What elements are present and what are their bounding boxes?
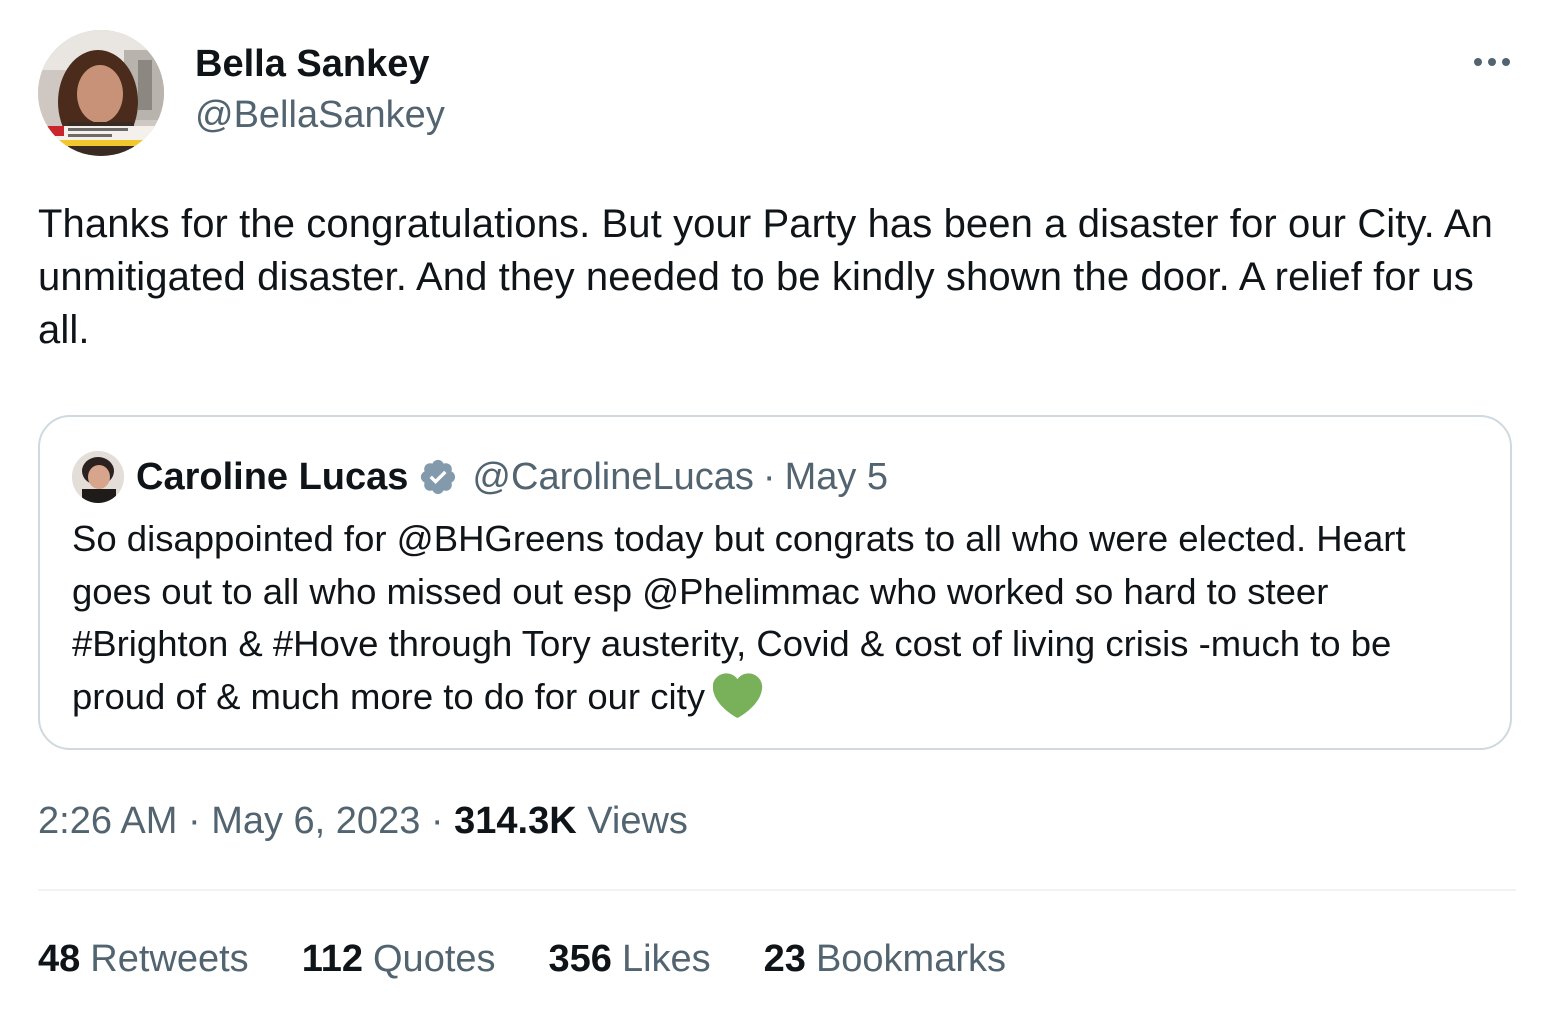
- author-avatar[interactable]: [38, 30, 164, 156]
- likes-label: Likes: [621, 938, 711, 980]
- views-label: Views: [587, 800, 688, 842]
- quoted-author-handle[interactable]: @CarolineLucas: [472, 456, 754, 499]
- green-heart-icon: [712, 672, 763, 718]
- verified-badge-icon: [421, 459, 456, 495]
- quoted-date[interactable]: May 5: [785, 456, 888, 499]
- tweet-text: Thanks for the congratulations. But your…: [38, 202, 1493, 352]
- retweets-count: 48: [38, 938, 81, 980]
- meta-separator: ·: [187, 800, 201, 842]
- likes-count: 356: [548, 938, 612, 980]
- author-info: Bella Sankey @BellaSankey: [195, 42, 445, 137]
- quoted-author-display-name[interactable]: Caroline Lucas: [136, 456, 408, 499]
- tweet-stats: 48 Retweets 112 Quotes 356 Likes 23 Bookmark…: [38, 936, 1059, 982]
- more-horizontal-icon: [1474, 58, 1510, 66]
- quoted-tweet-header: Caroline Lucas @CarolineLucas · May 5: [72, 451, 888, 503]
- views-count: 314.3K: [454, 800, 577, 842]
- likes-stat[interactable]: 356 Likes: [549, 936, 711, 982]
- retweets-label: Retweets: [90, 938, 249, 980]
- tweet-meta: 2:26 AM · May 6, 2023 · 314.3K Views: [38, 798, 688, 844]
- bookmarks-stat[interactable]: 23 Bookmarks: [764, 936, 1006, 982]
- retweets-stat[interactable]: 48 Retweets: [38, 936, 249, 982]
- quotes-stat[interactable]: 112 Quotes: [302, 936, 496, 982]
- divider: [38, 889, 1516, 891]
- quotes-count: 112: [301, 938, 363, 980]
- quotes-label: Quotes: [373, 938, 496, 980]
- tweet-date[interactable]: May 6, 2023: [211, 800, 420, 842]
- quoted-author-avatar[interactable]: [72, 451, 124, 503]
- bookmarks-count: 23: [763, 938, 806, 980]
- meta-separator: ·: [430, 800, 444, 842]
- author-display-name[interactable]: Bella Sankey: [195, 42, 445, 86]
- quoted-tweet[interactable]: Caroline Lucas @CarolineLucas · May 5 So…: [38, 415, 1512, 750]
- quoted-separator: ·: [762, 455, 776, 498]
- more-options-button[interactable]: [1468, 46, 1516, 78]
- tweet-header: Bella Sankey @BellaSankey: [38, 30, 1516, 156]
- bookmarks-label: Bookmarks: [815, 938, 1006, 980]
- quoted-tweet-text: So disappointed for @BHGreens today but …: [72, 513, 1482, 723]
- tweet: Bella Sankey @BellaSankey Thanks for the…: [38, 30, 1516, 1024]
- tweet-time[interactable]: 2:26 AM: [38, 800, 177, 842]
- author-handle[interactable]: @BellaSankey: [195, 93, 445, 137]
